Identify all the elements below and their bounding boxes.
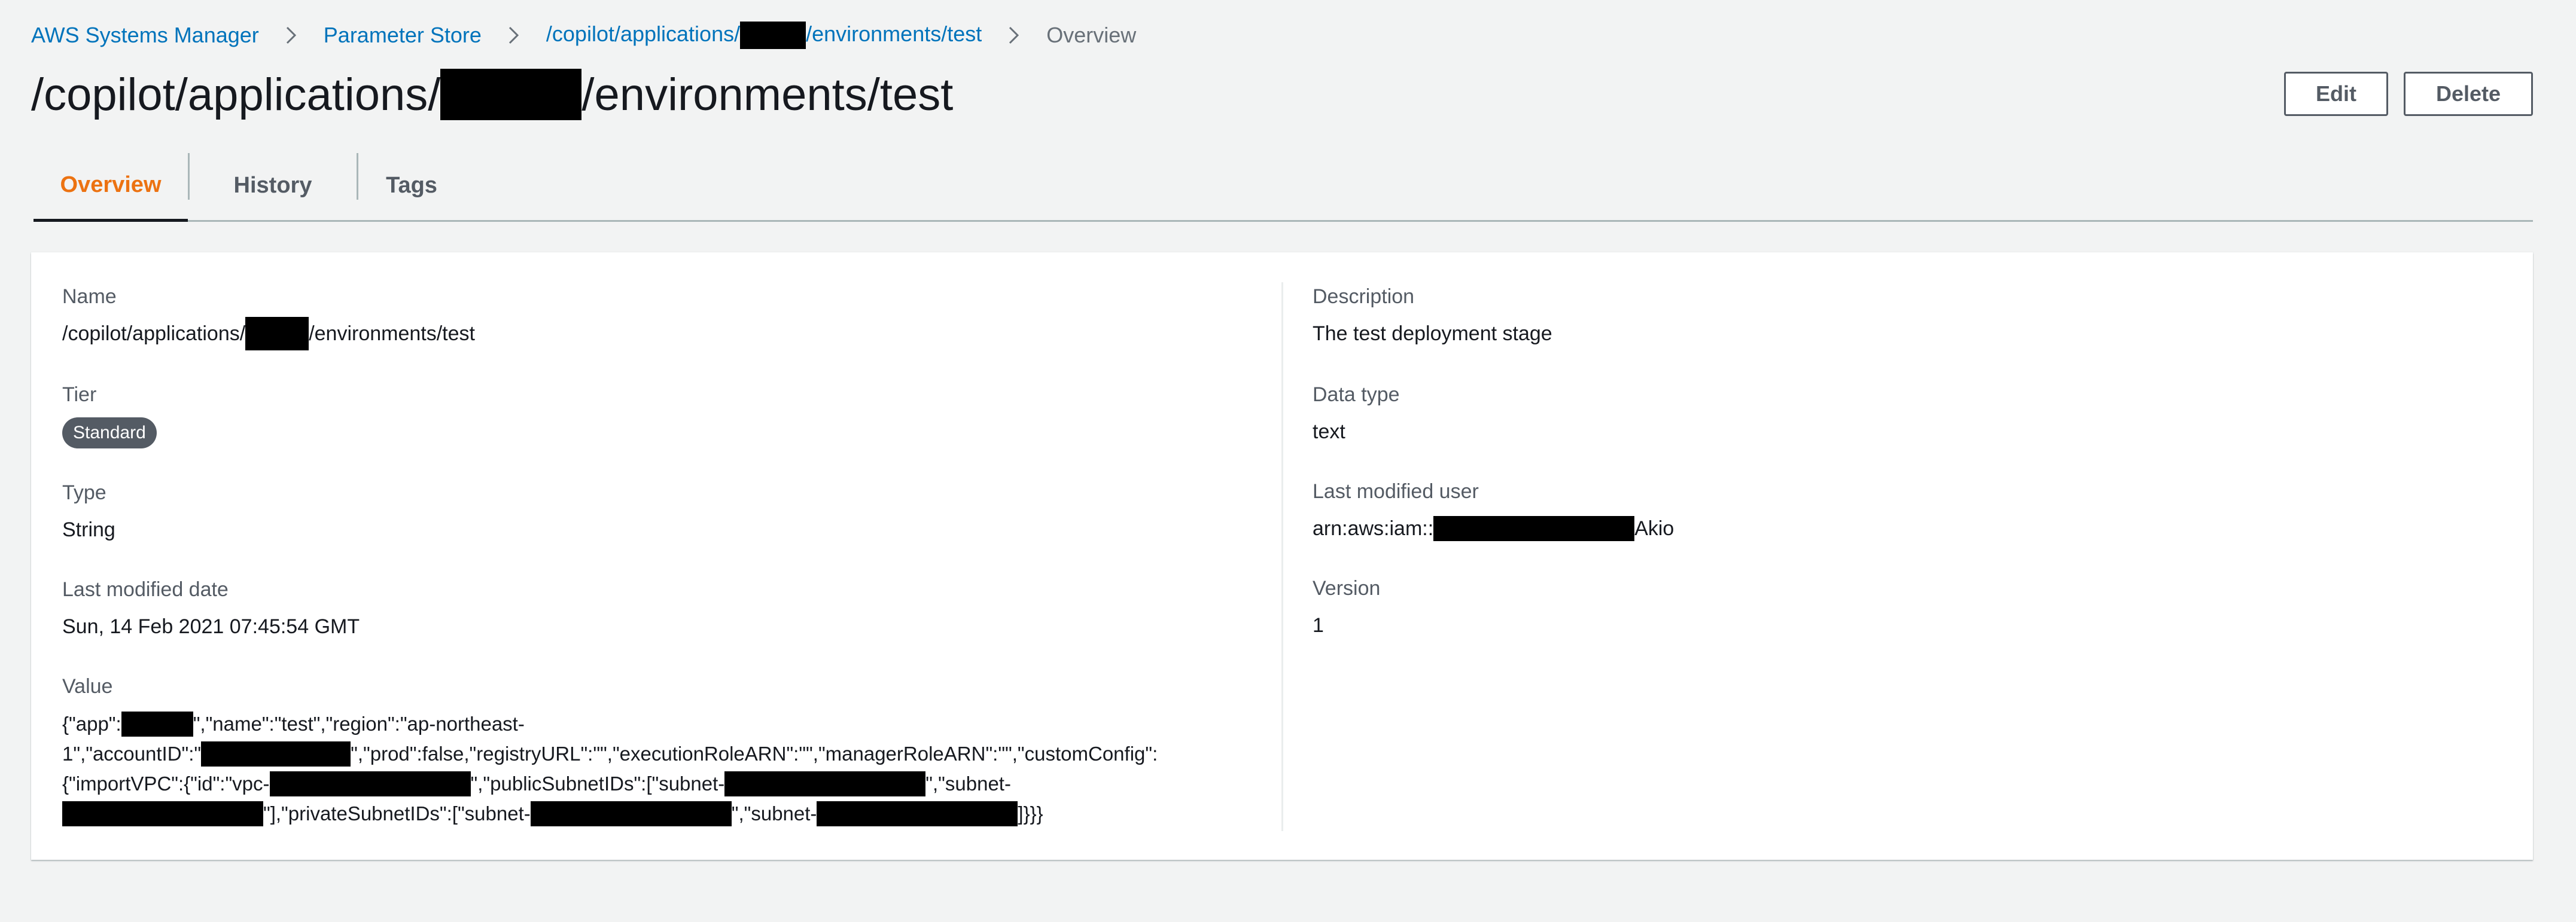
- tab-history[interactable]: History: [189, 151, 357, 220]
- value-json-line: {"importVPC":{"id":"vpc- ","publicSubnetI…: [62, 769, 1253, 799]
- value-json-line: 1","accountID":" ","prod":false,"registry…: [62, 739, 1253, 769]
- description-value: The test deployment stage: [1313, 322, 1552, 345]
- last-modified-user-label: Last modified user: [1313, 480, 1479, 503]
- parameter-details-panel: Name /copilot/applications/ /environments…: [31, 252, 2533, 860]
- redaction: [121, 712, 193, 737]
- chevron-right-icon: [275, 23, 308, 47]
- value-json-text: ]}}}: [1018, 802, 1043, 825]
- description-label: Description: [1313, 285, 1415, 308]
- value-json-text: 1","accountID":": [62, 743, 202, 765]
- redaction: [62, 801, 263, 826]
- redaction: [817, 801, 1018, 826]
- value-json: {"app": ","name":"test","region":"ap-nort…: [62, 709, 1253, 829]
- tab-tags[interactable]: Tags: [358, 151, 465, 220]
- page-title: /copilot/applications/ /environments/test: [31, 66, 953, 123]
- breadcrumb: AWS Systems Manager Parameter Store /cop…: [31, 21, 1137, 50]
- data-type-label: Data type: [1313, 383, 1400, 406]
- tab-bar: Overview History Tags: [34, 151, 2533, 222]
- value-json-text: ","prod":false,"registryURL":"","executi…: [351, 743, 1158, 765]
- name-value-prefix: /copilot/applications/: [62, 322, 246, 345]
- breadcrumb-current: Overview: [1046, 23, 1137, 47]
- delete-button[interactable]: Delete: [2404, 72, 2533, 116]
- redaction: [740, 22, 806, 50]
- value-json-text: ","name":"test","region":"ap-northeast-: [193, 713, 525, 735]
- redaction: [440, 69, 582, 120]
- type-value: String: [62, 518, 115, 541]
- breadcrumb-parameter-suffix: /environments/test: [806, 21, 982, 46]
- value-json-text: ","subnet-: [925, 773, 1011, 795]
- page-title-prefix: /copilot/applications/: [31, 69, 441, 120]
- redaction: [269, 771, 471, 796]
- breadcrumb-parameter[interactable]: /copilot/applications/ /environments/test: [546, 21, 982, 50]
- version-label: Version: [1313, 577, 1381, 600]
- name-value: /copilot/applications/ /environments/test: [62, 317, 475, 350]
- breadcrumb-systems-manager[interactable]: AWS Systems Manager: [31, 23, 259, 48]
- last-modified-date-label: Last modified date: [62, 578, 229, 601]
- redaction: [530, 801, 732, 826]
- redaction: [724, 771, 926, 796]
- value-label: Value: [62, 675, 113, 698]
- tab-overview[interactable]: Overview: [34, 151, 188, 222]
- value-json-line: {"app": ","name":"test","region":"ap-nort…: [62, 709, 1253, 739]
- last-modified-user-suffix: Akio: [1634, 517, 1674, 540]
- type-label: Type: [62, 481, 106, 504]
- chevron-right-icon: [497, 23, 531, 47]
- value-json-text: {"app":: [62, 713, 121, 735]
- edit-button[interactable]: Edit: [2284, 72, 2388, 116]
- value-json-text: ","publicSubnetIDs":["subnet-: [470, 773, 725, 795]
- name-label: Name: [62, 285, 117, 308]
- chevron-right-icon: [997, 23, 1031, 47]
- redaction: [245, 317, 309, 350]
- data-type-value: text: [1313, 420, 1345, 443]
- tier-label: Tier: [62, 383, 97, 406]
- last-modified-date-value: Sun, 14 Feb 2021 07:45:54 GMT: [62, 615, 360, 638]
- redaction: [1433, 516, 1635, 541]
- page-title-suffix: /environments/test: [581, 69, 954, 120]
- redaction: [201, 741, 351, 767]
- name-value-suffix: /environments/test: [309, 322, 475, 345]
- value-json-line: "],"privateSubnetIDs":["subnet- ","subnet…: [62, 799, 1253, 829]
- tier-badge: Standard: [62, 417, 157, 448]
- value-json-text: "],"privateSubnetIDs":["subnet-: [263, 802, 531, 825]
- last-modified-user-value: arn:aws:iam:: Akio: [1313, 515, 1674, 542]
- breadcrumb-parameter-store[interactable]: Parameter Store: [324, 23, 482, 48]
- breadcrumb-parameter-prefix: /copilot/applications/: [546, 21, 741, 46]
- last-modified-user-prefix: arn:aws:iam::: [1313, 517, 1434, 540]
- value-json-text: {"importVPC":{"id":"vpc-: [62, 773, 270, 795]
- column-divider: [1281, 282, 1283, 831]
- version-value: 1: [1313, 614, 1324, 637]
- value-json-text: ","subnet-: [731, 802, 817, 825]
